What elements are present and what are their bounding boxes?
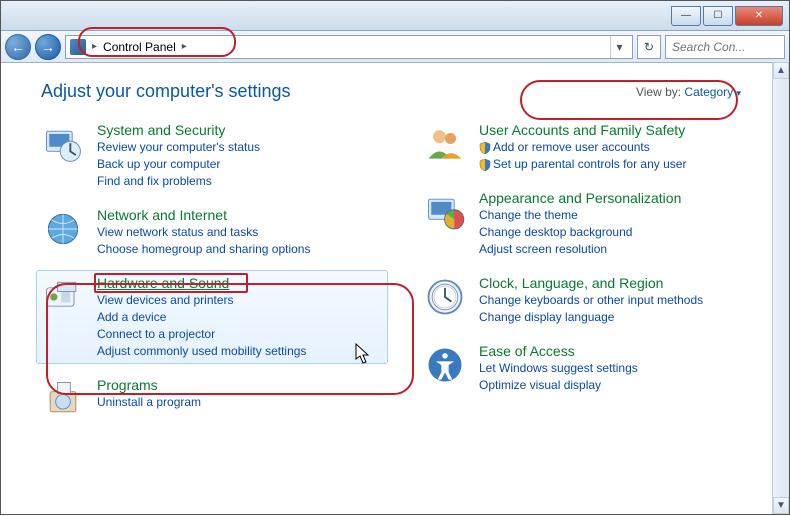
task-link[interactable]: View network status and tasks — [97, 224, 310, 240]
category-hardware-sound[interactable]: Hardware and Sound View devices and prin… — [36, 270, 388, 364]
user-accounts-icon — [423, 122, 467, 166]
right-column: User Accounts and Family Safety Add or r… — [423, 122, 765, 421]
category-title[interactable]: Programs — [97, 377, 201, 393]
task-link[interactable]: Connect to a projector — [97, 326, 306, 342]
breadcrumb-sep: ▸ — [182, 41, 187, 52]
category-system-security[interactable]: System and Security Review your computer… — [41, 122, 383, 189]
control-panel-icon — [70, 39, 86, 55]
task-link[interactable]: Adjust screen resolution — [479, 241, 681, 257]
close-button[interactable]: ✕ — [735, 6, 783, 26]
category-title[interactable]: User Accounts and Family Safety — [479, 122, 686, 138]
category-title[interactable]: Appearance and Personalization — [479, 190, 681, 206]
task-link[interactable]: Uninstall a program — [97, 394, 201, 410]
chevron-down-icon: ▾ — [736, 88, 741, 98]
task-link[interactable]: Choose homegroup and sharing options — [97, 241, 310, 257]
category-title[interactable]: Hardware and Sound — [97, 275, 306, 291]
breadcrumb-control-panel[interactable]: Control Panel — [103, 40, 176, 54]
minimize-button[interactable]: — — [671, 6, 701, 26]
task-link[interactable]: Review your computer's status — [97, 139, 260, 155]
task-link[interactable]: Add a device — [97, 309, 306, 325]
programs-icon — [41, 377, 85, 421]
page-heading: Adjust your computer's settings — [41, 81, 291, 102]
address-bar[interactable]: ▸ Control Panel ▸ ▾ — [65, 35, 633, 59]
task-link[interactable]: Find and fix problems — [97, 173, 260, 189]
category-clock-region[interactable]: Clock, Language, and Region Change keybo… — [423, 275, 765, 325]
appearance-icon — [423, 190, 467, 234]
content-area: Adjust your computer's settings View by:… — [1, 63, 789, 516]
network-icon — [41, 207, 85, 251]
refresh-button[interactable]: ↻ — [637, 35, 661, 59]
task-link[interactable]: Add or remove user accounts — [479, 139, 686, 155]
left-column: System and Security Review your computer… — [41, 122, 383, 421]
task-link[interactable]: Let Windows suggest settings — [479, 360, 638, 376]
task-link[interactable]: Optimize visual display — [479, 377, 638, 393]
breadcrumb-sep: ▸ — [92, 41, 97, 52]
scroll-up-button[interactable]: ▲ — [773, 62, 789, 79]
task-link[interactable]: Change keyboards or other input methods — [479, 292, 703, 308]
task-link[interactable]: Change display language — [479, 309, 703, 325]
title-bar: — ☐ ✕ — [1, 1, 789, 31]
task-link[interactable]: Set up parental controls for any user — [479, 156, 686, 172]
back-button[interactable]: ← — [5, 34, 31, 60]
category-ease-access[interactable]: Ease of Access Let Windows suggest setti… — [423, 343, 765, 393]
category-title[interactable]: Network and Internet — [97, 207, 310, 223]
hardware-icon — [41, 275, 85, 319]
task-link[interactable]: Back up your computer — [97, 156, 260, 172]
category-programs[interactable]: Programs Uninstall a program — [41, 377, 383, 421]
task-link[interactable]: View devices and printers — [97, 292, 306, 308]
nav-bar: ← → ▸ Control Panel ▸ ▾ ↻ — [1, 31, 789, 63]
view-by-label: View by: — [636, 85, 681, 99]
category-title[interactable]: System and Security — [97, 122, 260, 138]
category-network[interactable]: Network and Internet View network status… — [41, 207, 383, 257]
clock-icon — [423, 275, 467, 319]
address-dropdown[interactable]: ▾ — [610, 36, 628, 58]
shield-icon — [479, 142, 491, 154]
search-input[interactable] — [665, 35, 785, 59]
category-title[interactable]: Ease of Access — [479, 343, 638, 359]
maximize-button[interactable]: ☐ — [703, 6, 733, 26]
category-appearance[interactable]: Appearance and Personalization Change th… — [423, 190, 765, 257]
forward-button[interactable]: → — [35, 34, 61, 60]
task-link[interactable]: Adjust commonly used mobility settings — [97, 343, 306, 359]
scroll-down-button[interactable]: ▼ — [773, 497, 789, 514]
vertical-scrollbar[interactable]: ▲ ▼ — [772, 62, 789, 514]
window-buttons: — ☐ ✕ — [671, 6, 783, 26]
category-title[interactable]: Clock, Language, and Region — [479, 275, 703, 291]
view-by-value[interactable]: Category — [684, 85, 733, 99]
task-link[interactable]: Change desktop background — [479, 224, 681, 240]
shield-icon — [479, 159, 491, 171]
task-link[interactable]: Change the theme — [479, 207, 681, 223]
system-security-icon — [41, 122, 85, 166]
view-by-control[interactable]: View by: Category ▾ — [636, 85, 741, 99]
category-user-accounts[interactable]: User Accounts and Family Safety Add or r… — [423, 122, 765, 172]
ease-access-icon — [423, 343, 467, 387]
